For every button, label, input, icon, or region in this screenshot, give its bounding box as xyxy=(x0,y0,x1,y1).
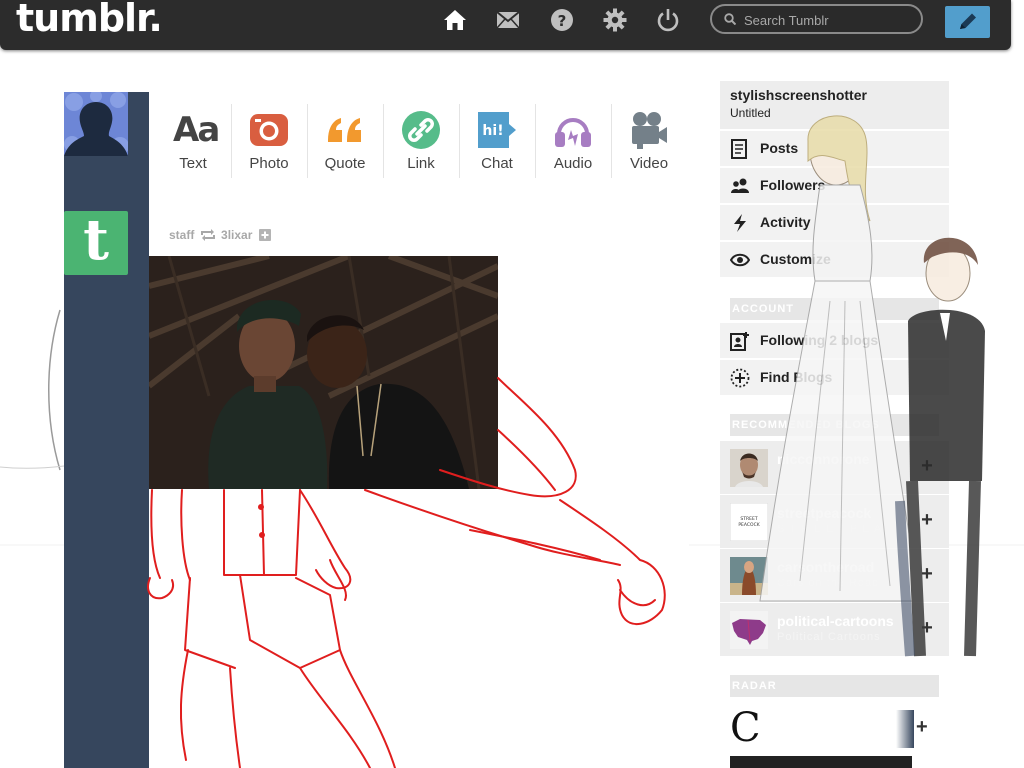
lightning-icon xyxy=(734,214,746,232)
top-navigation-bar: tumblr. ? xyxy=(0,0,1011,50)
video-camera-icon xyxy=(632,112,667,149)
radar-heading: RADAR xyxy=(730,675,939,697)
followers-icon xyxy=(731,178,749,193)
sidebar-item-label: Posts xyxy=(760,140,799,156)
radar-image xyxy=(730,756,912,768)
post-author-link[interactable]: staff xyxy=(169,228,194,242)
post-type-quote[interactable]: Quote xyxy=(307,92,383,190)
radar-item[interactable]: C + xyxy=(730,708,949,748)
recommended-heading: RECOMMENDED BLOGS xyxy=(730,414,939,436)
recommended-blog[interactable]: STREET PEACOCK streetpeacock S T R E E T… xyxy=(720,495,949,548)
svg-text:STREET: STREET xyxy=(740,516,757,522)
post-type-label: Link xyxy=(407,155,435,172)
power-icon[interactable] xyxy=(656,8,680,32)
svg-text:?: ? xyxy=(558,12,567,30)
photo-image xyxy=(149,256,498,489)
eye-icon xyxy=(730,253,750,267)
blog-avatar xyxy=(730,557,768,595)
recommended-blog[interactable]: political-cartoons Political Cartoons + xyxy=(720,603,949,656)
blog-avatar xyxy=(730,611,768,649)
sidebar-item-following[interactable]: Following 2 blogs xyxy=(720,322,949,358)
blog-title: Untitled xyxy=(730,106,771,120)
radar-thumbnail xyxy=(896,710,914,748)
blog-name: carsontheroad xyxy=(777,559,875,575)
home-icon[interactable] xyxy=(443,8,467,32)
sidebar-item-label: Customize xyxy=(760,251,831,267)
blog-title: Political Cartoons xyxy=(777,631,881,643)
gear-icon[interactable] xyxy=(603,8,627,32)
post-type-video[interactable]: Video xyxy=(611,92,687,190)
chat-icon: hi! xyxy=(478,112,516,148)
follow-button[interactable]: + xyxy=(916,716,928,739)
plus-icon[interactable] xyxy=(258,228,271,241)
help-icon[interactable]: ? xyxy=(550,8,574,32)
camera-icon xyxy=(250,114,288,146)
post-header: staff 3lixar xyxy=(169,227,271,242)
post-type-label: Chat xyxy=(481,155,513,172)
post-type-label: Quote xyxy=(324,155,366,172)
text-icon: Aa xyxy=(173,110,220,150)
search-box[interactable] xyxy=(710,4,923,34)
follow-button[interactable]: + xyxy=(916,455,938,477)
recommended-blog[interactable]: nicconnorone + xyxy=(720,441,949,494)
sidebar-item-customize[interactable]: Customize xyxy=(720,241,949,277)
blog-avatar xyxy=(730,449,768,487)
tumblr-logo[interactable]: tumblr. xyxy=(16,0,163,40)
account-heading: ACCOUNT xyxy=(730,298,939,320)
search-input[interactable] xyxy=(742,9,916,31)
post-type-label: Audio xyxy=(553,155,593,172)
blog-title: Cars on the Road xyxy=(777,577,880,589)
sidebar-item-label: Following 2 blogs xyxy=(760,332,879,348)
quote-icon xyxy=(328,118,361,142)
post-type-label: Video xyxy=(629,155,669,172)
post-type-chat[interactable]: hi! Chat xyxy=(459,92,535,190)
blog-avatar: STREET PEACOCK xyxy=(730,503,768,541)
radar-avatar: C xyxy=(730,705,761,751)
posts-icon xyxy=(731,139,747,159)
avatar[interactable] xyxy=(64,92,128,156)
post-type-label: Photo xyxy=(249,155,289,172)
link-icon xyxy=(402,111,440,149)
blog-title: S T R E E T P E A xyxy=(777,523,883,535)
compass-icon xyxy=(730,368,750,388)
sidebar-item-followers[interactable]: Followers xyxy=(720,167,949,203)
post-type-photo[interactable]: Photo xyxy=(231,92,307,190)
sidebar-item-label: Followers xyxy=(760,177,826,193)
follow-button[interactable]: + xyxy=(916,509,938,531)
sidebar-item-posts[interactable]: Posts xyxy=(720,130,949,166)
post-photo[interactable] xyxy=(149,256,498,489)
compose-button[interactable] xyxy=(945,6,990,38)
pencil-icon xyxy=(960,13,976,29)
mail-icon[interactable] xyxy=(496,8,520,32)
blog-name: nicconnorone xyxy=(777,451,870,467)
svg-text:hi!: hi! xyxy=(482,123,503,139)
post-type-bar: Aa Text Photo Quote Link hi! Chat Audio … xyxy=(149,92,689,190)
following-icon xyxy=(730,332,749,351)
reblog-icon xyxy=(200,228,215,241)
blog-name: stylishscreenshotter xyxy=(730,87,867,103)
post-type-text[interactable]: Aa Text xyxy=(155,92,231,190)
avatar-image xyxy=(64,92,128,156)
post-type-label: Text xyxy=(179,155,207,172)
sidebar-item-label: Activity xyxy=(760,214,811,230)
sidebar-blog-header[interactable]: stylishscreenshotter Untitled xyxy=(720,81,949,129)
follow-button[interactable]: + xyxy=(916,563,938,585)
post-type-link[interactable]: Link xyxy=(383,92,459,190)
reblogged-from-link[interactable]: 3lixar xyxy=(221,228,252,242)
sidebar-item-find-blogs[interactable]: Find Blogs xyxy=(720,359,949,395)
blog-name: streetpeacock xyxy=(777,505,872,521)
follow-button[interactable]: + xyxy=(916,617,938,639)
sidebar-item-label: Find Blogs xyxy=(760,369,833,385)
post-type-audio[interactable]: Audio xyxy=(535,92,611,190)
headphones-icon xyxy=(555,118,591,147)
sidebar-item-activity[interactable]: Activity xyxy=(720,204,949,240)
dashboard-rail xyxy=(64,92,149,768)
search-icon xyxy=(724,13,736,25)
tumblr-staff-avatar[interactable]: t xyxy=(64,211,128,275)
svg-text:PEACOCK: PEACOCK xyxy=(738,522,760,528)
recommended-blog[interactable]: carsontheroad Cars on the Road + xyxy=(720,549,949,602)
blog-name: political-cartoons xyxy=(777,613,894,629)
